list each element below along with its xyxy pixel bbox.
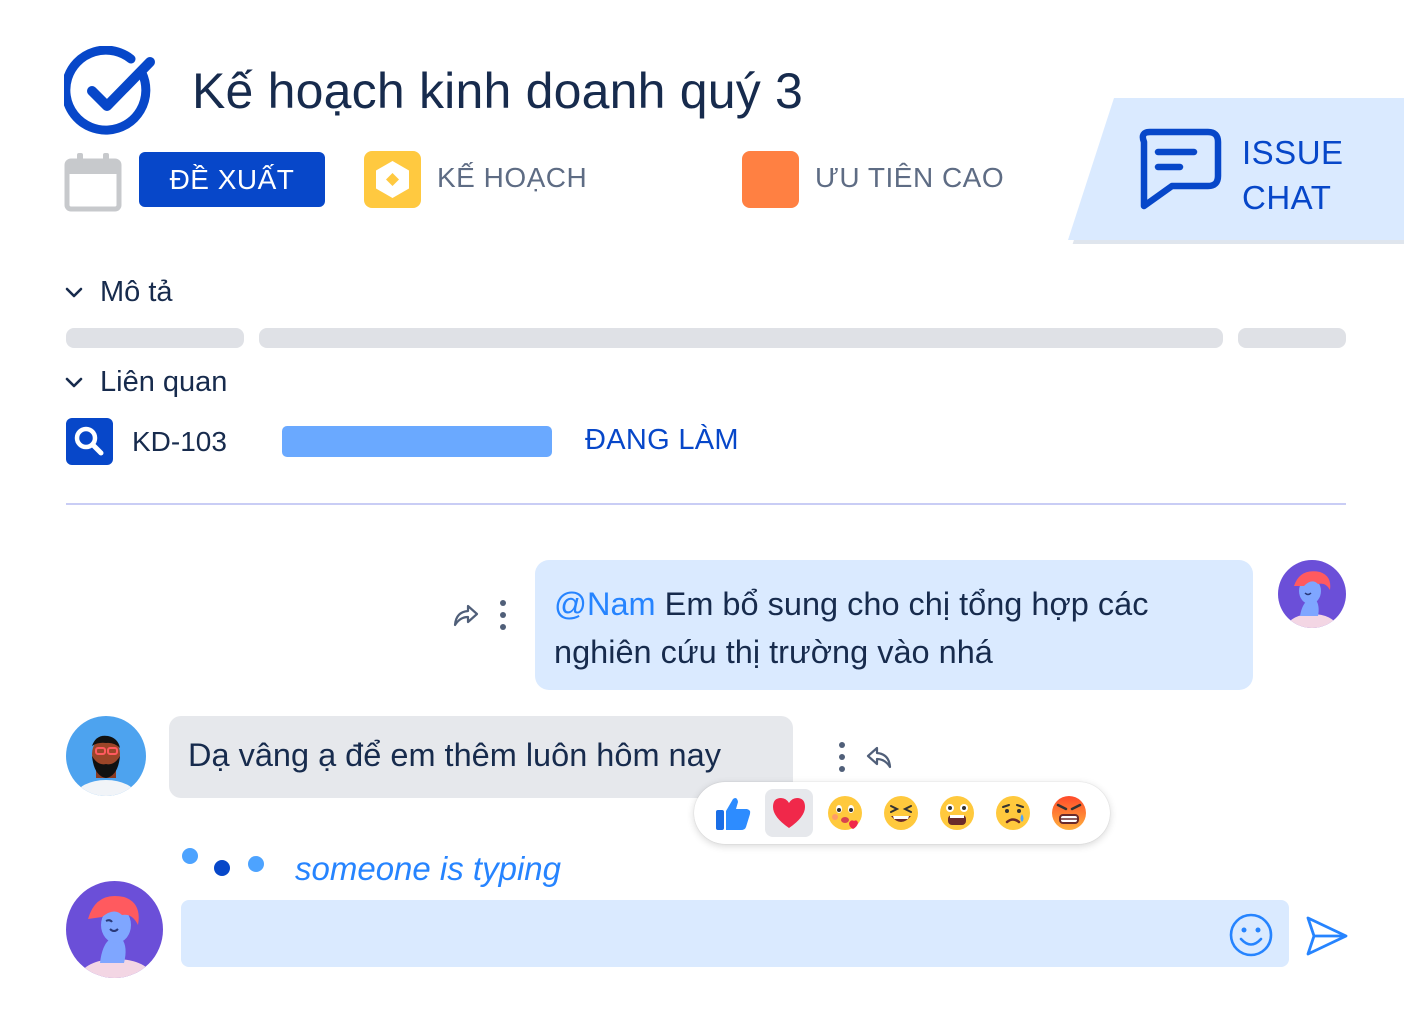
sad-reaction[interactable] [989,789,1037,837]
avatar[interactable] [1278,560,1346,628]
sad-face-icon [996,796,1030,830]
description-placeholder-line [66,328,244,348]
description-placeholder-line [1238,328,1346,348]
chat-bubble-icon [1139,128,1222,210]
chat-message-incoming: Dạ vâng ạ để em thêm luôn hôm nay [169,716,793,798]
issue-chat-badge[interactable]: ISSUE CHAT [1066,98,1404,244]
badge-line-1: ISSUE [1242,134,1344,171]
shocked-face-icon [940,796,974,830]
mention-tag[interactable]: @Nam [554,586,656,622]
send-icon[interactable] [1304,914,1350,958]
heart-reaction[interactable] [765,789,813,837]
typing-indicator-icon [182,848,264,876]
more-vertical-icon[interactable] [493,598,513,632]
typing-status: someone is typing [295,850,561,887]
reply-icon[interactable] [864,742,894,772]
chevron-down-icon [65,377,83,387]
related-section-toggle[interactable]: Liên quan [64,366,227,399]
reaction-picker [694,782,1110,844]
message-input[interactable] [181,900,1289,967]
related-issue-status: ĐANG LÀM [585,424,739,456]
description-label: Mô tả [100,276,173,308]
heart-icon [773,798,805,828]
chevron-down-icon [65,287,83,297]
laughing-reaction[interactable] [877,789,925,837]
smiley-icon[interactable] [1228,912,1274,958]
page-title: Kế hoạch kinh doanh quý 3 [192,63,804,119]
check-circle-icon [64,46,155,135]
plan-icon [364,151,421,208]
issue-type-label: KẾ HOẠCH [437,162,588,193]
laughing-face-icon [884,796,918,830]
calendar-icon[interactable] [64,152,122,212]
badge-background [1068,98,1404,244]
related-issue-key[interactable]: KD-103 [132,426,227,458]
description-placeholder-line [259,328,1223,348]
thumbs-up-reaction[interactable] [709,789,757,837]
kiss-reaction[interactable] [821,789,869,837]
related-label: Liên quan [100,366,228,398]
avatar[interactable] [66,881,163,978]
description-section-toggle[interactable]: Mô tả [64,276,173,309]
shocked-reaction[interactable] [933,789,981,837]
angry-reaction[interactable] [1045,789,1093,837]
avatar[interactable] [66,716,146,796]
priority-label: ƯU TIÊN CAO [815,162,1005,193]
forward-icon[interactable] [451,600,481,630]
more-vertical-icon[interactable] [832,740,852,774]
related-issue-summary-placeholder[interactable] [282,426,552,457]
priority-icon [742,151,799,208]
kiss-face-icon [828,796,862,830]
thumbs-up-icon [716,798,751,830]
divider [66,503,1346,505]
status-button[interactable]: ĐỀ XUẤT [139,152,325,207]
badge-text: ISSUE CHAT [1242,130,1344,220]
search-icon[interactable] [66,418,113,465]
badge-line-2: CHAT [1242,179,1332,216]
angry-face-icon [1052,796,1086,830]
chat-message-outgoing: @Nam Em bổ sung cho chị tổng hợp các ngh… [535,560,1253,690]
